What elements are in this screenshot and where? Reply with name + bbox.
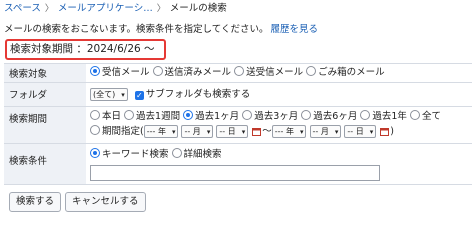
period-option-3months[interactable]: 過去3ヶ月 [242,110,298,122]
history-link[interactable]: 履歴を見る [270,24,318,35]
radio-icon [152,66,163,76]
hint-text: メールの検索をおこないます。検索条件を指定してください。 [4,24,269,35]
radio-icon [124,110,135,120]
period-option-1month[interactable]: 過去1ヶ月 [183,110,239,122]
period-option-all[interactable]: 全て [409,110,441,122]
breadcrumb: スペース〉メールアプリケーシ… 〉メールの検索 [4,2,227,16]
breadcrumb-separator: 〉 [156,4,166,14]
chevron-down-icon: ▾ [171,128,176,136]
folder-label: フォルダ [4,82,86,107]
checkbox-checked-icon: ✓ [134,91,144,100]
period-option-today[interactable]: 本日 [90,110,121,122]
radio-icon [306,66,317,76]
condition-row: 検索条件 キーワード検索 詳細検索 [4,143,472,185]
radio-icon [360,110,371,120]
period-option-6months[interactable]: 過去6ヶ月 [301,110,357,122]
condition-option-keyword[interactable]: キーワード検索 [90,148,169,160]
radio-icon [301,110,312,120]
subfolder-checkbox[interactable]: ✓ サブフォルダも検索する [134,89,250,100]
target-option-received[interactable]: 受信メール [90,66,150,78]
radio-icon [242,110,253,120]
radio-icon [90,125,100,135]
radio-selected-icon [183,110,194,120]
target-label: 検索対象 [4,63,86,83]
chevron-down-icon: ▾ [121,91,125,99]
end-day-select[interactable]: -- 日 ▾ [344,125,377,138]
target-options: 受信メール 送信済みメール 送受信メール ごみ箱のメール [86,63,472,83]
period-option-custom[interactable]: 期間指定 [90,125,140,137]
chevron-down-icon: ▾ [206,128,211,136]
range-close-paren: ) [390,126,394,137]
start-day-select[interactable]: -- 日 ▾ [216,125,249,138]
folder-select[interactable]: (全て) ▾ [90,88,128,101]
breadcrumb-space-link[interactable]: スペース [4,3,41,14]
condition-value: キーワード検索 詳細検索 [86,143,472,185]
period-option-1week[interactable]: 過去1週間 [124,110,180,122]
radio-icon [409,110,420,120]
folder-row: フォルダ (全て) ▾ ✓ サブフォルダも検索する [4,82,472,107]
chevron-down-icon: ▾ [241,128,246,136]
folder-value: (全て) ▾ ✓ サブフォルダも検索する [86,82,472,107]
start-month-select[interactable]: -- 月 ▾ [181,125,214,138]
period-label: 検索期間 [4,106,86,144]
action-buttons: 検索する キャンセルする [9,192,150,212]
target-option-sent[interactable]: 送信済みメール [152,66,231,78]
calendar-icon[interactable] [380,127,390,136]
search-form: 検索対象 受信メール 送信済みメール 送受信メール ごみ箱のメール フォルダ (… [4,63,472,185]
radio-icon [90,110,100,120]
target-row: 検索対象 受信メール 送信済みメール 送受信メール ごみ箱のメール [4,63,472,83]
period-summary: 検索対象期間 ：2024/6/26 〜 [5,39,166,60]
chevron-down-icon: ▾ [299,128,304,136]
range-tilde: 〜 [262,126,272,137]
target-option-trash[interactable]: ごみ箱のメール [306,66,385,78]
chevron-down-icon: ▾ [369,128,374,136]
period-value: 本日 過去1週間 過去1ヶ月 過去3ヶ月 過去6ヶ月 過去1年 全て 期間指定(… [86,106,472,144]
radio-selected-icon [90,66,100,76]
calendar-icon[interactable] [252,127,262,136]
condition-label: 検索条件 [4,143,86,185]
condition-option-detail[interactable]: 詳細検索 [171,148,222,160]
breadcrumb-current: メールの検索 [169,3,227,14]
keyword-input[interactable] [90,165,380,181]
radio-icon [234,66,245,76]
cancel-button[interactable]: キャンセルする [65,192,146,212]
target-option-both[interactable]: 送受信メール [234,66,303,78]
end-year-select[interactable]: --- 年 ▾ [271,125,307,138]
period-row: 検索期間 本日 過去1週間 過去1ヶ月 過去3ヶ月 過去6ヶ月 過去1年 全て … [4,106,472,144]
start-year-select[interactable]: --- 年 ▾ [143,125,179,138]
breadcrumb-separator: 〉 [44,4,54,14]
page-hint: メールの検索をおこないます。検索条件を指定してください。 履歴を見る [4,23,318,37]
end-month-select[interactable]: -- 月 ▾ [309,125,342,138]
breadcrumb-mail-app-link[interactable]: メールアプリケーシ… [58,3,153,14]
chevron-down-icon: ▾ [334,128,339,136]
radio-selected-icon [90,148,100,158]
search-button[interactable]: 検索する [9,192,62,212]
radio-icon [171,148,182,158]
period-option-1year[interactable]: 過去1年 [360,110,407,122]
